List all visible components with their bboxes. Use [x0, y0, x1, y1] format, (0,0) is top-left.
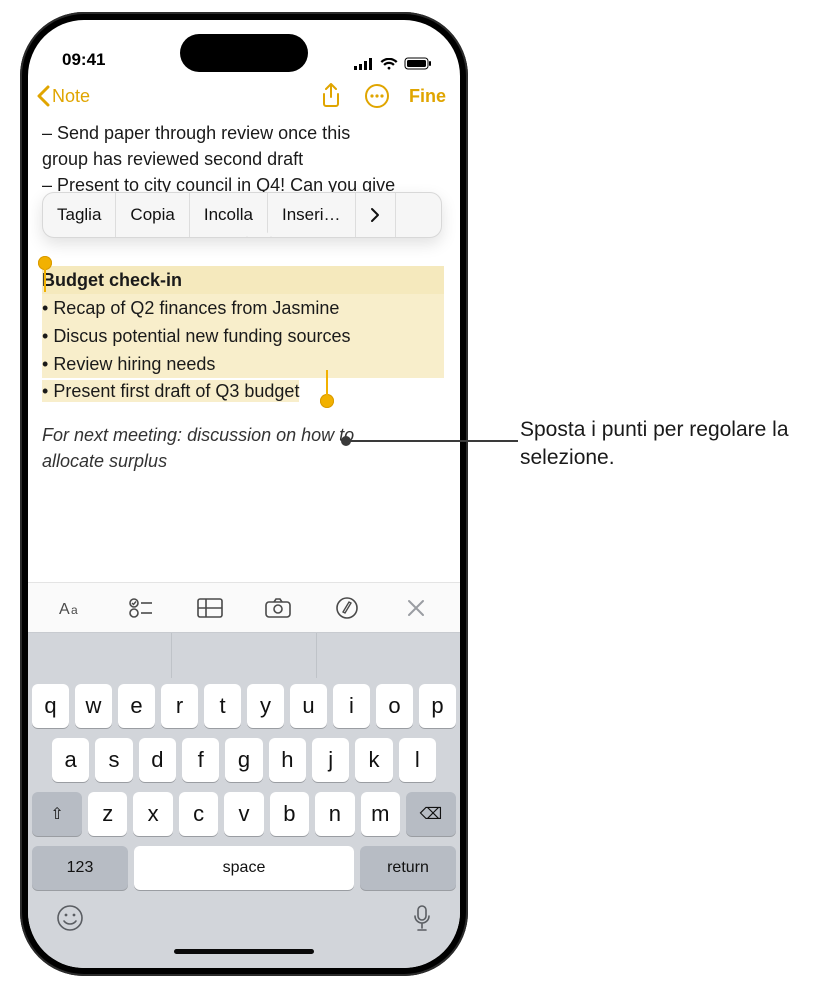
edit-menu-more[interactable]: [356, 193, 396, 237]
selection-bullet: Review hiring needs: [42, 350, 444, 378]
back-button[interactable]: Note: [36, 85, 90, 107]
key-space[interactable]: space: [134, 846, 354, 890]
key-n[interactable]: n: [315, 792, 354, 836]
key-backspace[interactable]: ⌫: [406, 792, 456, 836]
keyboard: q w e r t y u i o p a s d f g h j k l: [28, 678, 460, 968]
share-icon[interactable]: [317, 82, 345, 110]
markup-icon[interactable]: [325, 590, 369, 626]
key-b[interactable]: b: [270, 792, 309, 836]
key-r[interactable]: r: [161, 684, 198, 728]
dictation-icon[interactable]: [412, 904, 432, 937]
note-line: – Send paper through review once this: [42, 120, 446, 146]
key-a[interactable]: a: [52, 738, 89, 782]
callout-leader-line: [346, 440, 518, 442]
edit-menu: Taglia Copia Incolla Inseri…: [42, 192, 442, 238]
formatting-toolbar: Aa: [28, 582, 460, 632]
checklist-icon[interactable]: [119, 590, 163, 626]
key-s[interactable]: s: [95, 738, 132, 782]
note-italic-line: For next meeting: discussion on how to: [42, 422, 446, 448]
edit-menu-insert[interactable]: Inseri…: [268, 193, 356, 237]
key-l[interactable]: l: [399, 738, 436, 782]
key-i[interactable]: i: [333, 684, 370, 728]
key-k[interactable]: k: [355, 738, 392, 782]
selection-bullet: Recap of Q2 finances from Jasmine: [42, 294, 444, 322]
key-u[interactable]: u: [290, 684, 327, 728]
close-icon[interactable]: [394, 590, 438, 626]
note-italic-line: allocate surplus: [42, 448, 446, 474]
key-f[interactable]: f: [182, 738, 219, 782]
selection-handle-start[interactable]: [38, 256, 52, 270]
key-j[interactable]: j: [312, 738, 349, 782]
battery-icon: [404, 57, 432, 70]
svg-text:a: a: [71, 603, 78, 617]
selection-bullet: Discus potential new funding sources: [42, 322, 444, 350]
keyboard-row-2: a s d f g h j k l: [32, 738, 456, 782]
key-g[interactable]: g: [225, 738, 262, 782]
key-numbers[interactable]: 123: [32, 846, 128, 890]
key-o[interactable]: o: [376, 684, 413, 728]
key-t[interactable]: t: [204, 684, 241, 728]
more-icon[interactable]: [363, 82, 391, 110]
key-shift[interactable]: ⇧: [32, 792, 82, 836]
text-format-icon[interactable]: Aa: [50, 590, 94, 626]
status-time: 09:41: [62, 50, 105, 70]
key-w[interactable]: w: [75, 684, 112, 728]
keyboard-suggestions: [28, 632, 460, 678]
camera-icon[interactable]: [256, 590, 300, 626]
keyboard-row-3: ⇧ z x c v b n m ⌫: [32, 792, 456, 836]
selection-handle-end[interactable]: [320, 394, 334, 408]
cellular-icon: [354, 58, 374, 70]
suggestion-slot[interactable]: [317, 633, 460, 678]
edit-menu-copy[interactable]: Copia: [116, 193, 189, 237]
callout-text: Sposta i punti per regolare la selezione…: [520, 416, 800, 472]
svg-text:A: A: [59, 601, 70, 618]
text-selection[interactable]: Budget check-in Recap of Q2 finances fro…: [42, 266, 446, 404]
wifi-icon: [380, 58, 398, 70]
key-d[interactable]: d: [139, 738, 176, 782]
key-y[interactable]: y: [247, 684, 284, 728]
selection-heading: Budget check-in: [42, 266, 444, 294]
key-z[interactable]: z: [88, 792, 127, 836]
key-return[interactable]: return: [360, 846, 456, 890]
dynamic-island: [180, 34, 308, 72]
key-h[interactable]: h: [269, 738, 306, 782]
key-m[interactable]: m: [361, 792, 400, 836]
home-indicator[interactable]: [174, 949, 314, 954]
selection-bullet: Present first draft of Q3 budget: [42, 380, 299, 402]
nav-bar: Note Fine: [28, 74, 460, 120]
suggestion-slot[interactable]: [172, 633, 316, 678]
suggestion-slot[interactable]: [28, 633, 172, 678]
done-button[interactable]: Fine: [409, 86, 446, 107]
key-v[interactable]: v: [224, 792, 263, 836]
edit-menu-cut[interactable]: Taglia: [43, 193, 116, 237]
note-line: group has reviewed second draft: [42, 146, 446, 172]
table-icon[interactable]: [188, 590, 232, 626]
key-x[interactable]: x: [133, 792, 172, 836]
key-p[interactable]: p: [419, 684, 456, 728]
back-label: Note: [52, 86, 90, 107]
key-e[interactable]: e: [118, 684, 155, 728]
key-q[interactable]: q: [32, 684, 69, 728]
emoji-icon[interactable]: [56, 904, 84, 937]
note-content[interactable]: – Send paper through review once this gr…: [28, 120, 460, 582]
key-c[interactable]: c: [179, 792, 218, 836]
keyboard-row-4: 123 space return: [32, 846, 456, 890]
keyboard-row-1: q w e r t y u i o p: [32, 684, 456, 728]
